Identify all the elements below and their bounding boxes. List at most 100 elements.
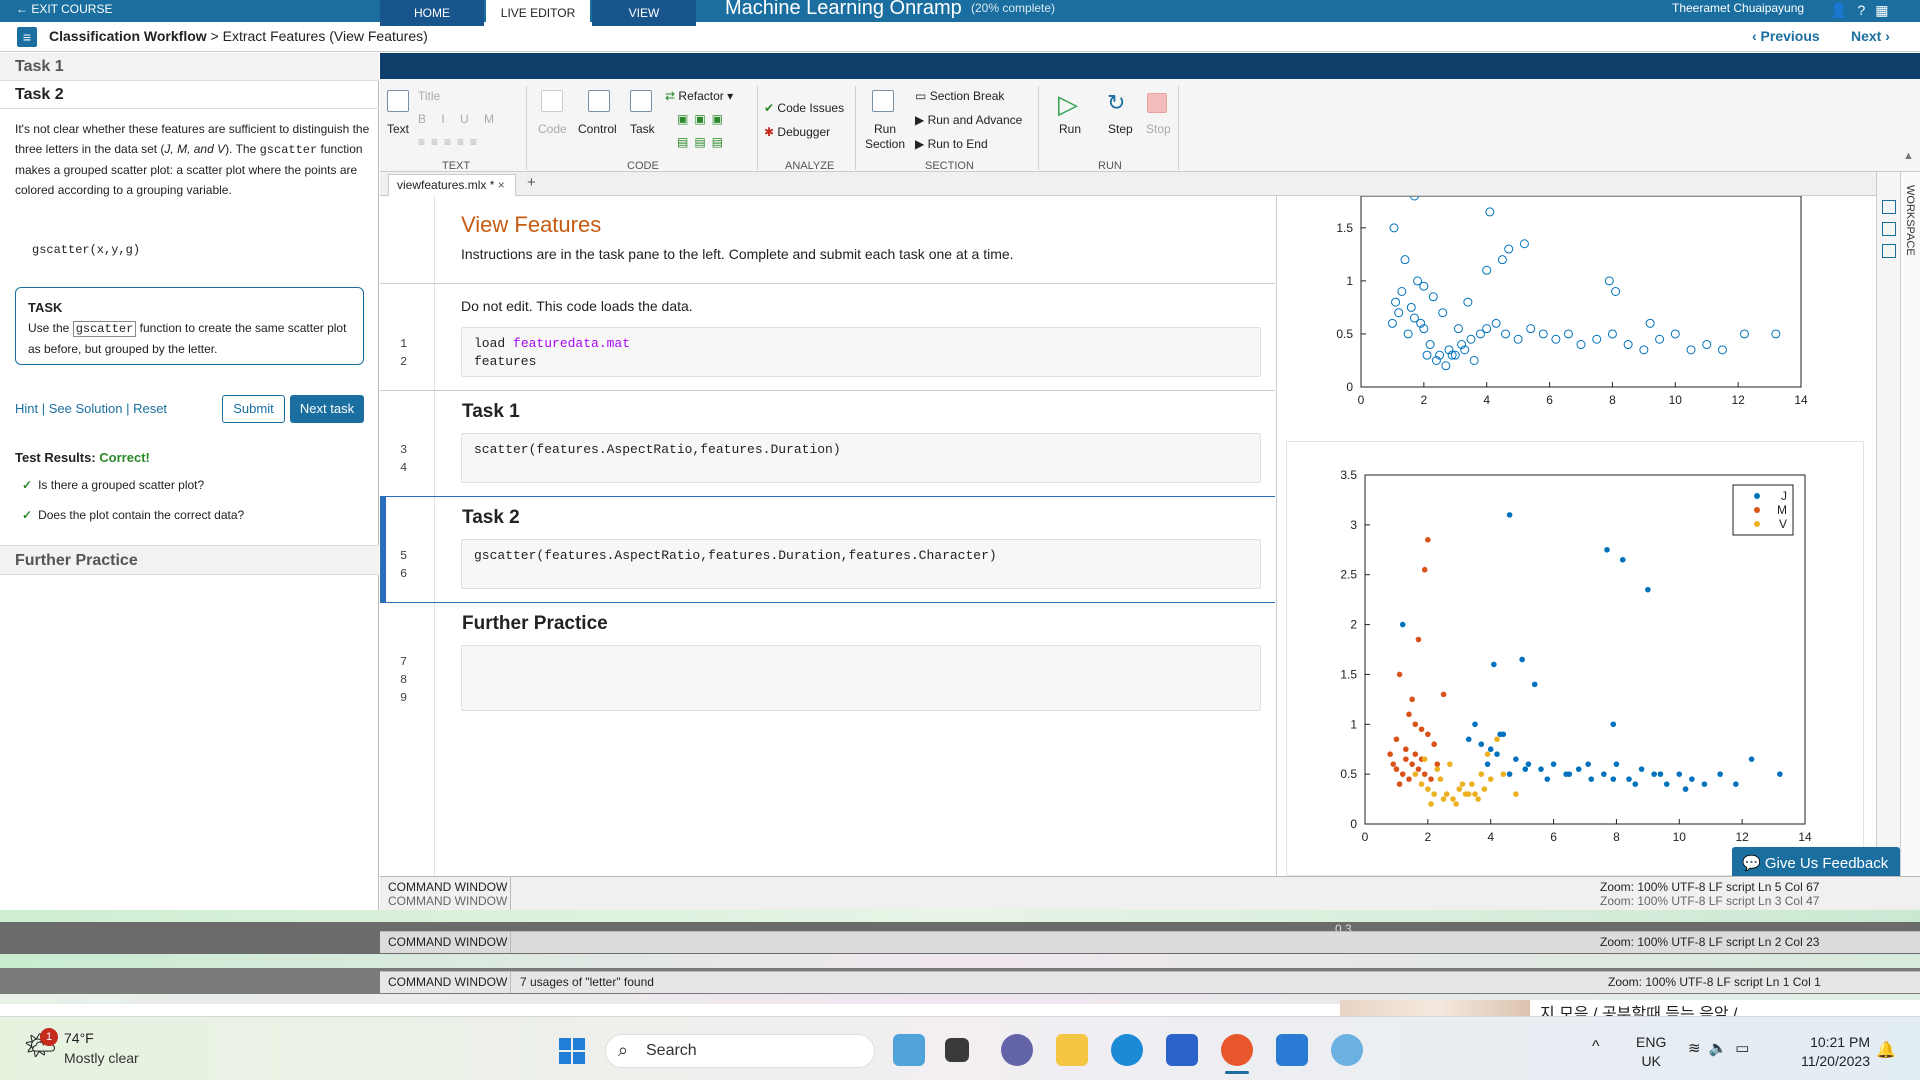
data-point [1513,334,1523,344]
data-point [1500,771,1507,777]
task2-header[interactable]: Task 2 [0,81,379,109]
data-point [1484,761,1491,767]
hint-link[interactable]: Hint [15,401,38,416]
chevron-up-icon[interactable]: ^ [1592,1038,1600,1056]
refactor-button[interactable]: ⇄ Refactor ▾ [665,89,733,103]
task1-header[interactable]: Task 1 [0,53,379,81]
run-button[interactable]: Run [1059,122,1081,136]
run-to-end-button[interactable]: ▶ Run to End [915,137,988,151]
document-tabstrip [380,172,1920,196]
media-player-icon[interactable] [1276,1034,1308,1066]
next-task-button[interactable]: Next task [290,395,364,423]
task-button[interactable]: Task [630,122,655,136]
code-button[interactable]: Code [538,122,567,136]
data-point [1481,786,1488,792]
user-icon[interactable]: 👤 [1830,2,1857,18]
code-issues-button[interactable]: ✔ Code Issues [764,101,844,115]
section-break-button[interactable]: ▭ Section Break [915,89,1004,103]
collapse-icon[interactable]: ▲ [1903,150,1914,162]
clock[interactable]: 10:21 PM 11/20/2023 [1782,1033,1870,1071]
data-point [1575,766,1582,772]
gscatter-plot-output[interactable]: 0 2 4 6 8 10 12 14 0 0.5 1 1.5 2 2.5 3 3.5 JMV [1286,455,1864,855]
add-tab-icon[interactable]: + [527,174,536,191]
tab-viewfeatures[interactable]: viewfeatures.mlx * × [388,174,516,196]
workspace-label[interactable]: WORKSPACE [1904,185,1916,256]
volume-icon[interactable]: 🔈 [1709,1040,1736,1057]
data-point [1485,207,1495,217]
task2-heading[interactable]: Task 2 [462,507,520,529]
breadcrumb-section[interactable]: Classification Workflow [49,28,207,44]
give-feedback-button[interactable]: 💬 Give Us Feedback [1732,847,1900,879]
command-window-bar[interactable]: COMMAND WINDOW Zoom: 100% UTF-8 LF scrip… [380,876,1920,910]
step-button[interactable]: Step [1108,122,1133,136]
task1-heading[interactable]: Task 1 [462,401,520,423]
see-solution-link[interactable]: See Solution [49,401,123,416]
previous-button[interactable]: ‹ Previous [1752,28,1820,44]
weather-condition[interactable]: Mostly clear [64,1050,139,1066]
document-title[interactable]: View Features [461,212,601,238]
load-note[interactable]: Do not edit. This code loads the data. [461,298,693,314]
exit-course-link[interactable]: ← EXIT COURSE [16,2,112,16]
data-point [1393,766,1400,772]
list-align-buttons[interactable]: ≡≡≡≡≡ [418,135,483,149]
copilot-icon[interactable] [893,1034,925,1066]
output-right-icon[interactable] [1882,222,1896,236]
indent-tools-icon[interactable]: ▤▤▤ [677,135,729,149]
tab-view[interactable]: VIEW [592,0,696,26]
lang-region: UK [1641,1053,1661,1069]
system-tray-icons[interactable]: ≋🔈▭ [1688,1039,1757,1057]
further-practice-heading[interactable]: Further Practice [462,613,608,635]
windows-start-icon[interactable] [558,1037,586,1065]
wifi-icon[interactable]: ≋ [1688,1040,1709,1057]
app-icon[interactable] [1331,1034,1363,1066]
battery-icon[interactable]: ▭ [1735,1040,1757,1057]
control-button[interactable]: Control [578,122,617,136]
tab-home[interactable]: HOME [380,0,484,26]
next-button[interactable]: Next › [1851,28,1890,44]
apps-grid-icon[interactable]: ▦ [1875,2,1898,18]
code-block-task2[interactable]: gscatter(features.AspectRatio,features.D… [461,539,1261,589]
debugger-button[interactable]: ✱ Debugger [764,125,830,139]
check-item: ✓ Is there a grouped scatter plot? [22,478,204,492]
reset-link[interactable]: Reset [133,401,167,416]
scatter-plot-output[interactable]: 0 2 4 6 8 10 12 14 0 0.5 1 1.5 [1276,196,1876,421]
document-subtitle[interactable]: Instructions are in the task pane to the… [461,246,1014,262]
menu-icon[interactable]: ≡ [17,27,37,47]
code-block-further[interactable] [461,645,1261,711]
store-icon[interactable] [1166,1034,1198,1066]
edge-icon[interactable] [1111,1034,1143,1066]
data-point [1531,681,1538,688]
code-block-task1[interactable]: scatter(features.AspectRatio,features.Du… [461,433,1261,483]
task-view-icon[interactable] [945,1038,969,1062]
line-number: 5 [400,549,408,563]
notification-bell-icon[interactable]: 🔔 [1876,1040,1896,1060]
refactor-tools-icon[interactable]: ▣▣▣ [677,112,729,126]
firefox-icon[interactable] [1221,1034,1253,1066]
workspace-collapsed-panel[interactable] [1900,172,1920,876]
lang-code: ENG [1636,1034,1667,1050]
further-practice-header[interactable]: Further Practice [0,545,379,575]
hide-code-icon[interactable] [1882,244,1896,258]
weather-temp[interactable]: 74°F [64,1030,94,1046]
submit-button[interactable]: Submit [222,395,285,423]
output-inline-icon[interactable] [1882,200,1896,214]
file-explorer-icon[interactable] [1056,1034,1088,1066]
data-point [1519,239,1529,249]
stop-button[interactable]: Stop [1146,122,1171,136]
teams-icon[interactable] [1001,1034,1033,1066]
text-button[interactable]: Text [387,122,409,136]
code-block-load[interactable]: load featuredata.mat features [461,327,1261,377]
close-icon[interactable]: × [498,178,505,192]
taskbar-search[interactable]: ⌕ Search [605,1034,875,1068]
language-indicator[interactable]: ENG UK [1636,1033,1666,1071]
run-section-button[interactable]: Run Section [865,122,905,152]
run-advance-button[interactable]: ▶ Run and Advance [915,113,1022,127]
command-window-bar[interactable]: COMMAND WINDOW Zoom: 100% UTF-8 LF scrip… [380,931,1920,953]
help-icon[interactable]: ? [1857,2,1875,18]
title-style-select[interactable]: Title [418,89,440,103]
active-app-indicator [1225,1071,1249,1074]
command-window-bar[interactable]: COMMAND WINDOW 7 usages of "letter" foun… [380,971,1920,993]
tab-live-editor[interactable]: LIVE EDITOR [486,0,590,26]
format-buttons[interactable]: B I U M [418,112,500,126]
user-name[interactable]: Theeramet Chuaipayung [1672,1,1804,15]
